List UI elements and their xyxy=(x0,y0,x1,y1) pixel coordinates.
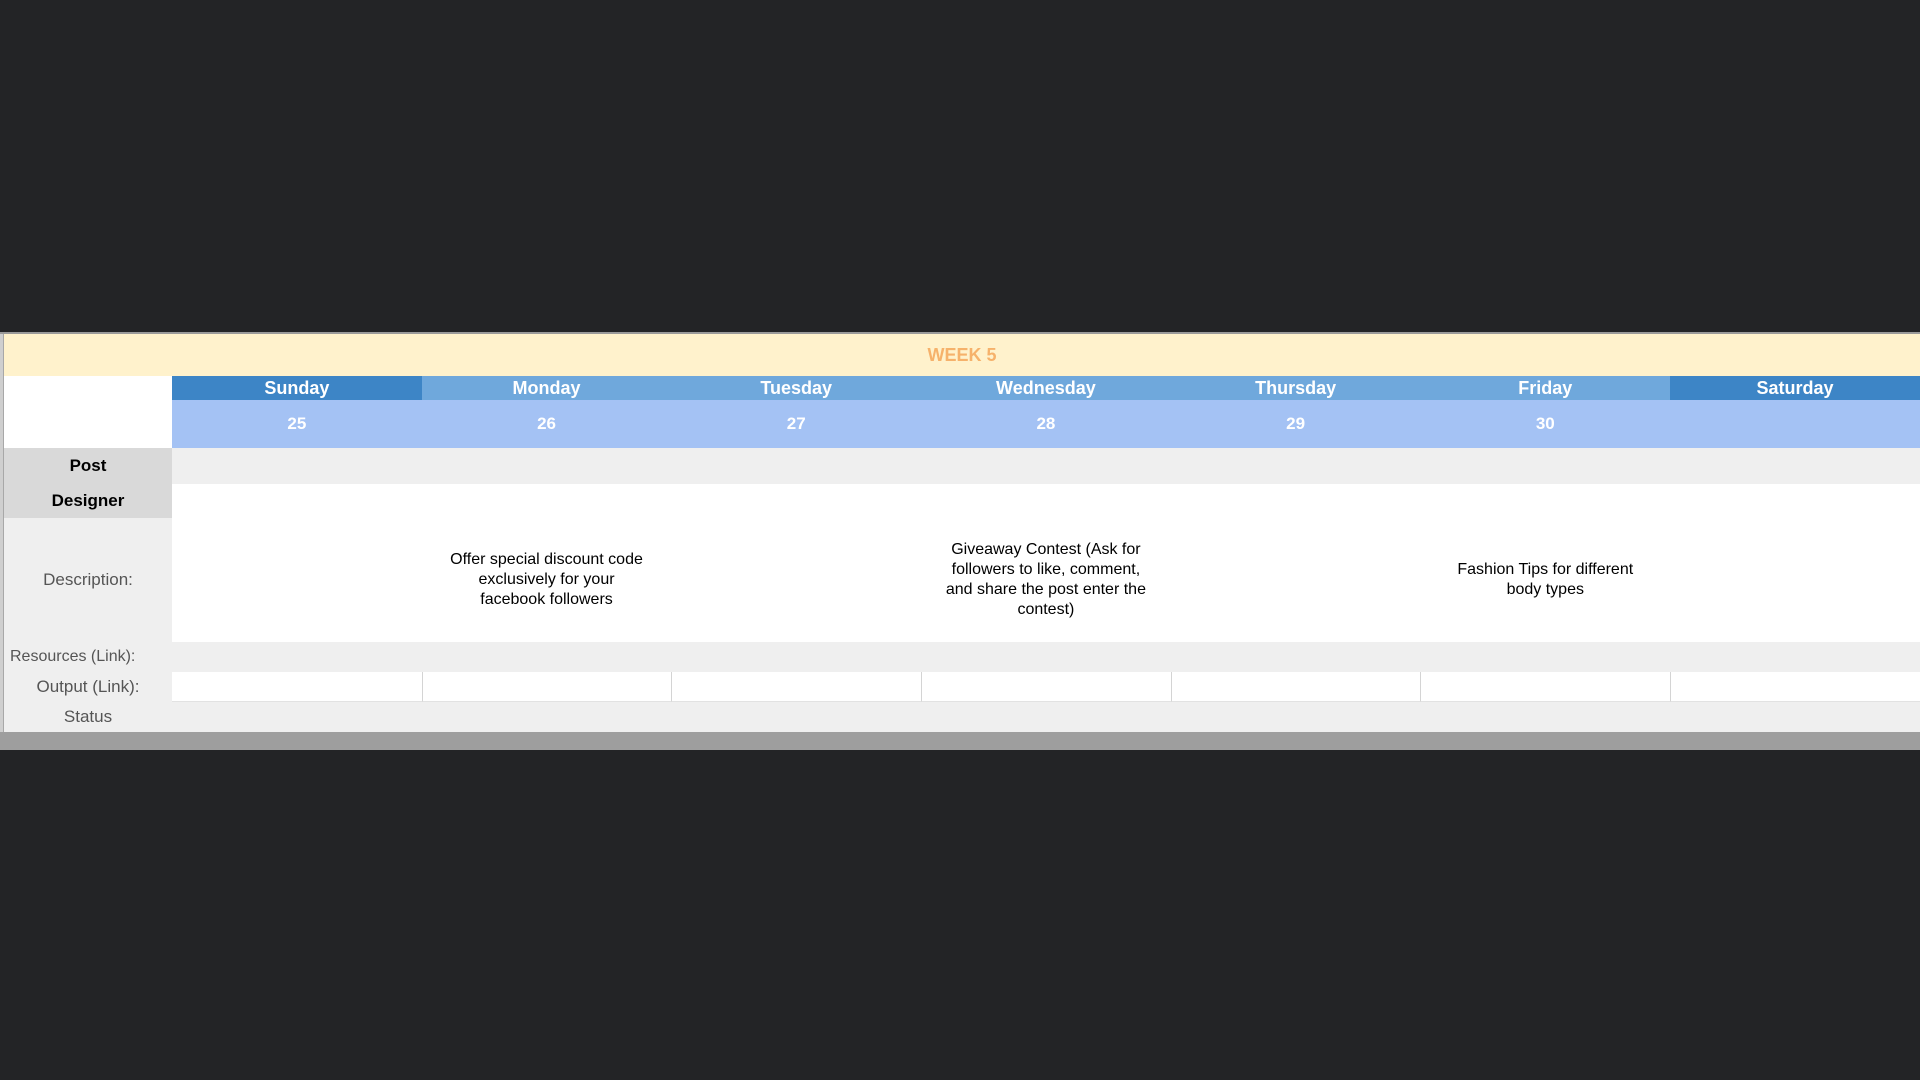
dates-row: 25 26 27 28 29 30 xyxy=(4,400,1920,448)
post-cell-thursday[interactable] xyxy=(1170,448,1421,484)
output-cell-saturday[interactable] xyxy=(1670,672,1920,702)
date-cell-thursday[interactable]: 29 xyxy=(1170,400,1421,448)
status-cell-friday[interactable] xyxy=(1420,702,1671,732)
date-cell-friday[interactable]: 30 xyxy=(1420,400,1671,448)
post-cell-friday[interactable] xyxy=(1420,448,1671,484)
resources-cell-wednesday[interactable] xyxy=(921,642,1171,672)
date-cell-wednesday[interactable]: 28 xyxy=(921,400,1171,448)
output-cell-wednesday[interactable] xyxy=(921,672,1171,702)
resources-cell-thursday[interactable] xyxy=(1170,642,1421,672)
resources-cell-tuesday[interactable] xyxy=(671,642,922,672)
output-cell-sunday[interactable] xyxy=(172,672,422,702)
date-cell-sunday[interactable]: 25 xyxy=(172,400,422,448)
day-header-thursday[interactable]: Thursday xyxy=(1170,376,1421,400)
status-cell-thursday[interactable] xyxy=(1170,702,1421,732)
post-label[interactable]: Post xyxy=(4,448,172,484)
designer-cell-friday[interactable] xyxy=(1420,484,1671,518)
post-cell-monday[interactable] xyxy=(421,448,672,484)
post-cell-saturday[interactable] xyxy=(1670,448,1920,484)
status-cell-saturday[interactable] xyxy=(1670,702,1920,732)
post-cell-tuesday[interactable] xyxy=(671,448,922,484)
resources-cell-friday[interactable] xyxy=(1420,642,1671,672)
date-cell-saturday[interactable] xyxy=(1670,400,1920,448)
post-row: Post xyxy=(4,448,1920,484)
description-label[interactable]: Description: xyxy=(4,518,172,642)
day-names-label-cell[interactable] xyxy=(4,376,172,400)
designer-cell-monday[interactable] xyxy=(421,484,672,518)
date-cell-tuesday[interactable]: 27 xyxy=(671,400,922,448)
day-header-friday[interactable]: Friday xyxy=(1420,376,1671,400)
week-header[interactable]: WEEK 5 xyxy=(4,334,1920,377)
status-cell-wednesday[interactable] xyxy=(921,702,1171,732)
designer-cell-tuesday[interactable] xyxy=(671,484,922,518)
description-cell-saturday[interactable] xyxy=(1670,518,1920,642)
status-label[interactable]: Status xyxy=(4,702,172,732)
designer-cell-saturday[interactable] xyxy=(1670,484,1920,518)
status-cell-tuesday[interactable] xyxy=(671,702,922,732)
designer-cell-thursday[interactable] xyxy=(1170,484,1421,518)
designer-row: Designer xyxy=(4,484,1920,518)
resources-cell-sunday[interactable] xyxy=(172,642,422,672)
resources-cell-monday[interactable] xyxy=(421,642,672,672)
day-header-monday[interactable]: Monday xyxy=(421,376,672,400)
designer-cell-wednesday[interactable] xyxy=(921,484,1171,518)
resources-cell-saturday[interactable] xyxy=(1670,642,1920,672)
description-cell-monday[interactable]: Offer special discount code exclusively … xyxy=(421,518,672,642)
post-cell-wednesday[interactable] xyxy=(921,448,1171,484)
sheet-bottom-bar xyxy=(0,732,1920,750)
day-names-row: Sunday Monday Tuesday Wednesday Thursday… xyxy=(4,376,1920,400)
dates-label-cell[interactable] xyxy=(4,400,172,448)
output-cell-thursday[interactable] xyxy=(1170,672,1421,702)
output-label[interactable]: Output (Link): xyxy=(4,672,172,702)
day-header-wednesday[interactable]: Wednesday xyxy=(921,376,1171,400)
resources-label[interactable]: Resources (Link): xyxy=(4,642,172,672)
designer-label[interactable]: Designer xyxy=(4,484,172,518)
output-row: Output (Link): xyxy=(4,672,1920,702)
day-header-sunday[interactable]: Sunday xyxy=(172,376,422,400)
day-header-tuesday[interactable]: Tuesday xyxy=(671,376,922,400)
description-cell-friday[interactable]: Fashion Tips for different body types xyxy=(1420,518,1671,642)
description-cell-sunday[interactable] xyxy=(172,518,422,642)
day-header-saturday[interactable]: Saturday xyxy=(1670,376,1920,400)
calendar-sheet: WEEK 5 Sunday Monday Tuesday Wednesday T… xyxy=(0,332,1920,750)
output-cell-friday[interactable] xyxy=(1420,672,1671,702)
post-cell-sunday[interactable] xyxy=(172,448,422,484)
output-cell-monday[interactable] xyxy=(421,672,672,702)
date-cell-monday[interactable]: 26 xyxy=(421,400,672,448)
status-cell-sunday[interactable] xyxy=(172,702,422,732)
resources-row: Resources (Link): xyxy=(4,642,1920,672)
status-row: Status xyxy=(4,702,1920,732)
description-cell-wednesday[interactable]: Giveaway Contest (Ask for followers to l… xyxy=(921,518,1171,642)
status-cell-monday[interactable] xyxy=(421,702,672,732)
week-title: WEEK 5 xyxy=(927,344,997,365)
description-cell-tuesday[interactable] xyxy=(671,518,922,642)
output-cell-tuesday[interactable] xyxy=(671,672,922,702)
description-row: Description: Offer special discount code… xyxy=(4,518,1920,642)
description-cell-thursday[interactable] xyxy=(1170,518,1421,642)
designer-cell-sunday[interactable] xyxy=(172,484,422,518)
